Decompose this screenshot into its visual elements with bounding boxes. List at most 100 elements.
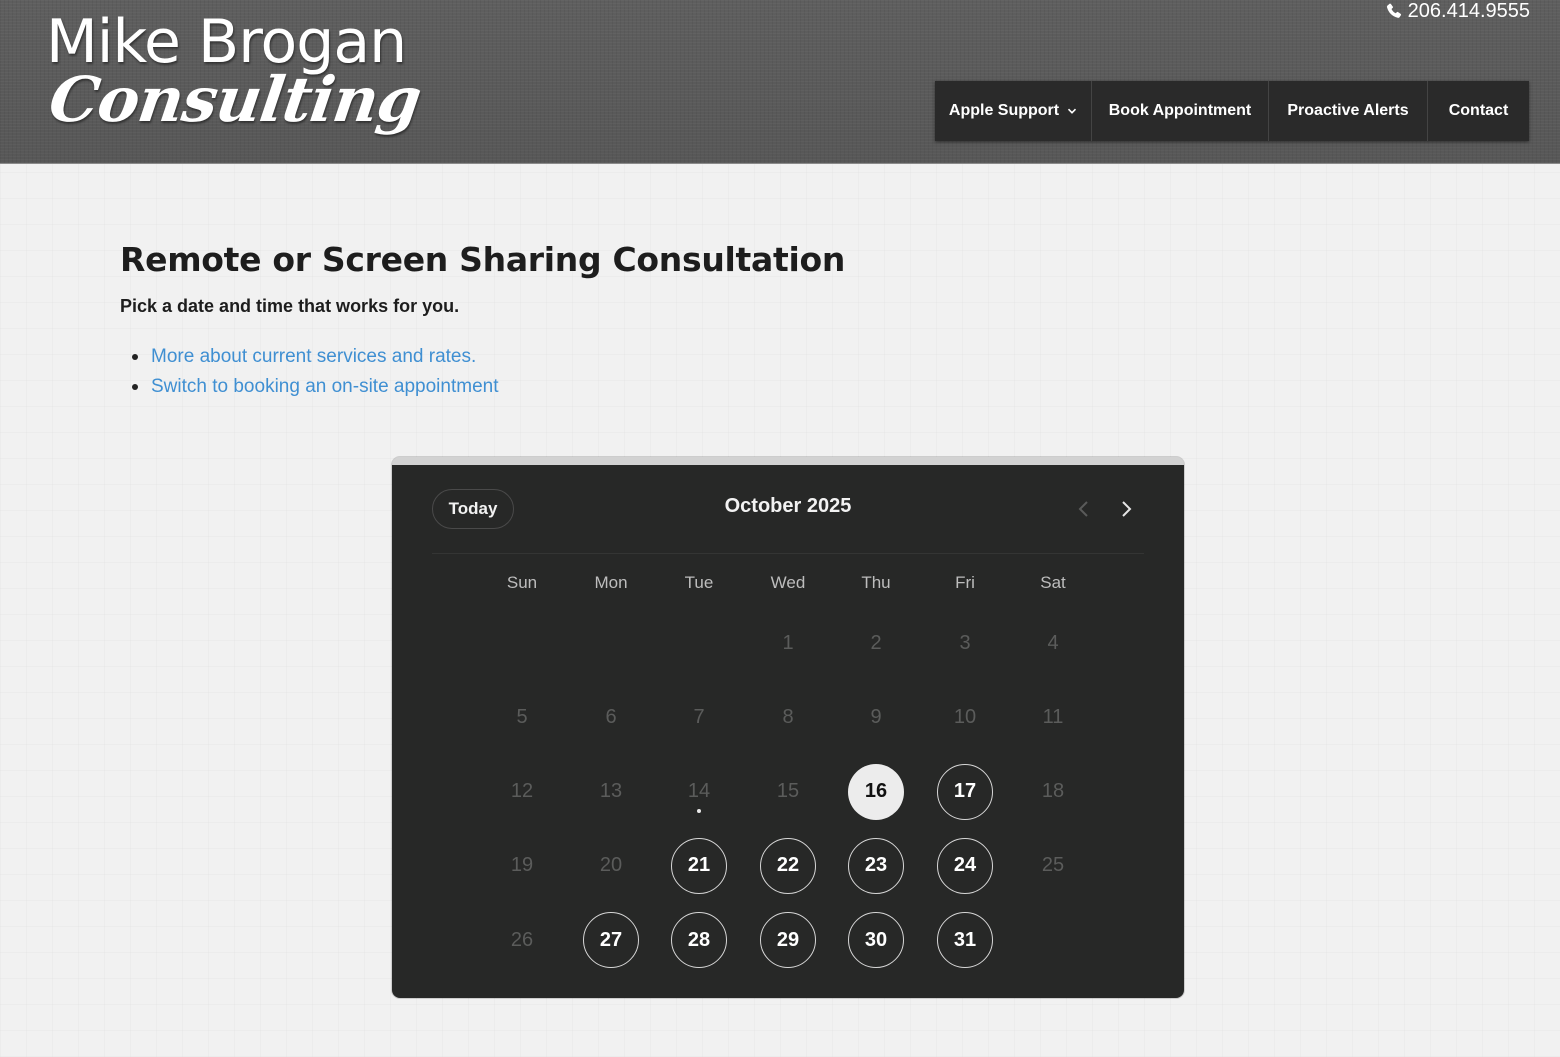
calendar-day[interactable]: 24 [937, 837, 993, 894]
day-number: 28 [687, 928, 711, 951]
day-number: 8 [782, 705, 794, 728]
phone-text: 206.414.9555 [1407, 0, 1530, 22]
day-number: 17 [953, 780, 977, 802]
day-number: 12 [510, 780, 534, 802]
day-number: 2 [870, 631, 882, 654]
calendar-day: 3 [937, 615, 993, 671]
calendar-day[interactable]: 17 [937, 763, 993, 820]
day-number: 31 [953, 928, 977, 951]
day-number: 24 [953, 854, 977, 877]
calendar-day: 26 [494, 912, 550, 968]
day-number: 10 [953, 705, 977, 728]
calendar-day: 15 [760, 764, 816, 820]
calendar-day: 18 [1025, 764, 1081, 820]
calendar-day: 19 [494, 838, 550, 894]
weekday-label: Mon [594, 573, 628, 592]
day-number: 5 [516, 705, 528, 728]
day-number: 11 [1042, 705, 1064, 728]
day-number: 19 [510, 854, 534, 877]
list-item: Switch to booking an on-site appointment [132, 372, 499, 402]
calendar-day: 8 [760, 689, 816, 745]
nav-contact[interactable]: Contact [1428, 81, 1529, 141]
calendar-day: 14 [671, 764, 727, 820]
weekday-label: Wed [770, 573, 806, 592]
day-number: 26 [510, 928, 534, 951]
day-number: 30 [864, 928, 888, 951]
chevron-left-icon[interactable] [1074, 497, 1094, 521]
calendar-day: 11 [1025, 689, 1081, 745]
calendar-day[interactable]: 27 [583, 912, 639, 968]
day-number: 9 [870, 705, 882, 728]
day-number: 7 [693, 705, 705, 728]
weekday-label: Fri [955, 573, 975, 592]
logo-tagline: Consulting [44, 63, 426, 136]
info-links: More about current services and rates. S… [132, 342, 499, 402]
calendar-day: 10 [937, 689, 993, 745]
calendar-day: 12 [494, 764, 550, 820]
day-number: 6 [605, 705, 617, 728]
nav-book-appointment[interactable]: Book Appointment [1092, 81, 1269, 141]
calendar-day[interactable]: 21 [671, 837, 727, 894]
site-logo[interactable]: Mike Brogan Consulting [44, 6, 426, 146]
calendar-day[interactable]: 28 [671, 912, 727, 968]
day-number: 22 [776, 854, 800, 877]
nav-label: Book Appointment [1108, 102, 1252, 119]
day-number: 23 [864, 854, 888, 877]
calendar-day[interactable]: 23 [848, 837, 904, 894]
weekday-label: Sat [1040, 573, 1066, 592]
day-number: 15 [776, 780, 800, 802]
day-number: 16 [864, 780, 888, 802]
calendar-day: 5 [494, 689, 550, 745]
page-title: Remote or Screen Sharing Consultation [120, 240, 846, 279]
nav-proactive-alerts[interactable]: Proactive Alerts [1269, 81, 1428, 141]
calendar-day: 9 [848, 689, 904, 745]
nav-label: Apple Support [948, 102, 1060, 119]
onsite-appointment-link[interactable]: Switch to booking an on-site appointment [151, 376, 499, 398]
chevron-down-icon [1068, 108, 1077, 114]
calendar-day: 7 [671, 689, 727, 745]
calendar-day[interactable]: 16 [848, 763, 904, 820]
calendar-day: 20 [583, 838, 639, 894]
day-number: 4 [1047, 631, 1059, 654]
page-subtitle: Pick a date and time that works for you. [120, 296, 460, 316]
site-header: Mike Brogan Consulting 206.414.9555 Appl… [0, 0, 1560, 164]
day-number: 27 [599, 928, 623, 951]
bullet [132, 384, 138, 390]
day-number: 25 [1041, 854, 1065, 877]
calendar-day: 1 [760, 615, 816, 671]
bullet [132, 354, 138, 360]
phone-icon [1386, 3, 1401, 18]
day-number: 13 [599, 780, 623, 802]
calendar-day: 4 [1025, 615, 1081, 671]
phone-number[interactable]: 206.414.9555 [1386, 0, 1530, 22]
nav-label: Proactive Alerts [1287, 102, 1409, 119]
calendar-day: 13 [583, 764, 639, 820]
list-item: More about current services and rates. [132, 342, 499, 372]
month-label: October 2025 [724, 495, 852, 517]
services-rates-link[interactable]: More about current services and rates. [151, 346, 476, 368]
weekday-label: Tue [684, 573, 714, 592]
day-number: 21 [687, 854, 711, 877]
booking-calendar: Today October 2025 Sun Mon Tue Wed Thu Fri Sat… [392, 457, 1184, 998]
chevron-right-icon[interactable] [1116, 497, 1136, 521]
nav-apple-support[interactable]: Apple Support [935, 81, 1092, 141]
weekday-label: Sun [506, 573, 538, 592]
day-number: 14 [687, 780, 711, 802]
calendar-day: 2 [848, 615, 904, 671]
weekday-label: Thu [861, 573, 891, 592]
day-number: 18 [1041, 780, 1065, 802]
calendar-day[interactable]: 22 [760, 837, 816, 894]
day-number: 3 [959, 631, 971, 654]
day-number: 20 [599, 854, 623, 877]
calendar-divider [432, 553, 1144, 554]
day-number: 29 [776, 928, 800, 951]
calendar-day[interactable]: 29 [760, 912, 816, 968]
day-number: 1 [782, 631, 794, 654]
weekday-header: Sun Mon Tue Wed Thu Fri Sat [392, 573, 1184, 597]
calendar-day[interactable]: 31 [937, 912, 993, 968]
today-indicator [697, 808, 701, 813]
calendar-day: 6 [583, 689, 639, 745]
calendar-day[interactable]: 30 [848, 912, 904, 968]
main-nav: Apple Support Book Appointment Proactive… [935, 81, 1529, 141]
nav-label: Contact [1448, 102, 1509, 119]
